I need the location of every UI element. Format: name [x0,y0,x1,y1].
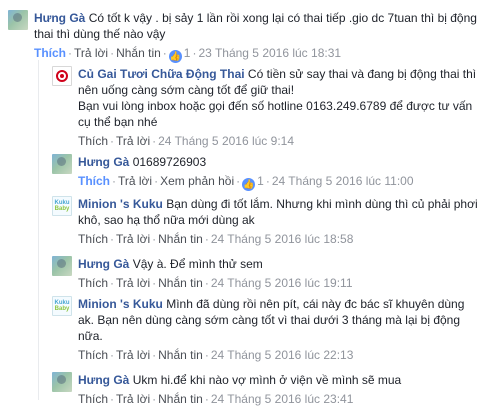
see-reply-button[interactable]: Xem phản hồi [160,174,234,188]
comment-author[interactable]: Hưng Gà [78,373,129,387]
comment-text: Hưng Gà Vậy à. Để mình thử sem [78,256,353,272]
comment-actions: Thích · Trả lời · Nhắn tin · 24 Tháng 5 2016 l… [78,276,353,290]
message-button[interactable]: Nhắn tin [116,46,161,60]
like-button[interactable]: Thích [78,348,108,362]
comment-author[interactable]: Hưng Gà [78,257,129,271]
comment: Hưng Gà Có tốt k vậy . bị sảy 1 lần rồi … [8,10,478,63]
comment-author[interactable]: Hưng Gà [78,155,129,169]
timestamp[interactable]: 24 Tháng 5 2016 lúc 9:14 [158,134,294,148]
avatar-text-line2: Baby [54,306,70,312]
comment-reply: Hưng Gà Ukm hi.để khi nào vợ mình ở viện… [52,372,478,407]
comment-reply: Kuku Baby Minion 's Kuku Bạn dùng đi tốt… [52,196,478,247]
message-button[interactable]: Nhắn tin [158,276,203,290]
comment-text: Minion 's Kuku Mình đã dùng rồi nên pít,… [78,296,478,344]
comment-text: Minion 's Kuku Bạn dùng đi tốt lắm. Nhưn… [78,196,478,228]
reply-button[interactable]: Trả lời [116,348,150,362]
avatar[interactable] [52,256,72,276]
comment-body: Vậy à. Để mình thử sem [132,257,263,271]
comment-actions: Thích · Trả lời · Nhắn tin · 24 Tháng 5 2016 l… [78,392,354,406]
page-logo-icon [56,70,68,82]
comment-author[interactable]: Minion 's Kuku [78,297,163,311]
avatar[interactable] [52,154,72,174]
reply-button[interactable]: Trả lời [118,174,152,188]
comment-body: 01689726903 [132,155,207,169]
like-button[interactable]: Thích [78,232,108,246]
message-button[interactable]: Nhắn tin [158,232,203,246]
timestamp[interactable]: 24 Tháng 5 2016 lúc 11:00 [272,174,414,188]
like-count-icon: 👍 [242,178,256,191]
timestamp[interactable]: 24 Tháng 5 2016 lúc 18:58 [211,232,354,246]
message-button[interactable]: Nhắn tin [158,348,203,362]
avatar[interactable]: Kuku Baby [52,196,72,216]
message-button[interactable]: Nhắn tin [158,392,203,406]
comment-body: Có tốt k vậy . bị sảy 1 lần rồi xong lại… [34,11,477,41]
comment-actions: Thích · Trả lời · Nhắn tin · 24 Tháng 5 2016 l… [78,232,354,246]
avatar-text-line2: Baby [54,206,70,212]
timestamp[interactable]: 24 Tháng 5 2016 lúc 23:41 [211,392,354,406]
reply-button[interactable]: Trả lời [116,232,150,246]
like-button[interactable]: Thích [78,276,108,290]
comment-body-2: Bạn vui lòng inbox hoặc gọi đến số hotli… [78,99,473,129]
comment-reply: Hưng Gà Vậy à. Để mình thử sem Thích · Trả… [52,256,478,291]
like-button[interactable]: Thích [78,174,110,188]
timestamp[interactable]: 23 Tháng 5 2016 lúc 18:31 [198,46,341,60]
avatar[interactable] [52,372,72,392]
comment-actions: Thích · Trả lời · Nhắn tin · 24 Tháng 5 2016 l… [78,348,354,362]
timestamp[interactable]: 24 Tháng 5 2016 lúc 19:11 [211,276,353,290]
comment-author[interactable]: Minion 's Kuku [78,197,163,211]
comment-text: Hưng Gà 01689726903 [78,154,414,170]
like-count[interactable]: 1 [184,46,191,60]
like-count[interactable]: 1 [257,174,264,188]
comment-author[interactable]: Củ Gai Tươi Chữa Động Thai [78,67,245,81]
comment-text: Củ Gai Tươi Chữa Động Thai Có tiền sử sa… [78,66,478,98]
comment-text: Hưng Gà Ukm hi.để khi nào vợ mình ở viện… [78,372,401,388]
reply-button[interactable]: Trả lời [74,46,108,60]
like-button[interactable]: Thích [34,46,66,60]
comment-actions: Thích · Trả lời · 24 Tháng 5 2016 lúc 9:14 [78,134,294,148]
reply-button[interactable]: Trả lời [116,392,150,406]
comment-reply: Củ Gai Tươi Chữa Động Thai Có tiền sử sa… [52,66,478,149]
comment-body: Ukm hi.để khi nào vợ mình ở viện về mình… [132,373,402,387]
avatar[interactable]: Kuku Baby [52,296,72,316]
avatar[interactable] [52,66,72,86]
timestamp[interactable]: 24 Tháng 5 2016 lúc 22:13 [211,348,354,362]
comment-text: Hưng Gà Có tốt k vậy . bị sảy 1 lần rồi … [34,10,478,42]
comment-actions: Thích · Trả lời · Xem phản hồi · 👍 1 · 24 Tháng 5… [78,174,414,191]
reply-button[interactable]: Trả lời [116,276,150,290]
like-button[interactable]: Thích [78,392,108,406]
comment-actions: Thích · Trả lời · Nhắn tin · 👍 1 · 23 Tháng 5 201… [34,46,342,63]
comment-reply: Kuku Baby Minion 's Kuku Mình đã dùng rồ… [52,296,478,363]
avatar[interactable] [8,10,28,30]
like-count-icon: 👍 [168,50,182,63]
like-button[interactable]: Thích [78,134,108,148]
comment-reply: Hưng Gà 01689726903 Thích · Trả lời · Xem ph… [52,154,478,191]
reply-button[interactable]: Trả lời [116,134,150,148]
comment-author[interactable]: Hưng Gà [34,11,85,25]
reply-thread-line [38,60,39,400]
